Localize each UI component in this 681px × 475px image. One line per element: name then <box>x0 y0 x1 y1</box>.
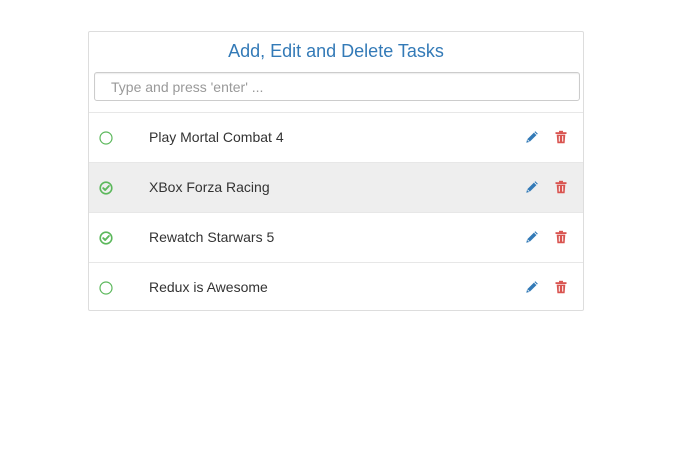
trash-icon <box>555 280 567 294</box>
task-row: Redux is Awesome <box>89 262 583 312</box>
trash-icon <box>555 230 567 244</box>
new-task-input[interactable] <box>94 72 580 101</box>
task-status-toggle[interactable] <box>99 181 113 195</box>
trash-icon <box>555 180 567 194</box>
edit-pencil-icon[interactable] <box>525 180 539 194</box>
check-circle-icon <box>99 181 113 195</box>
task-row: XBox Forza Racing <box>89 162 583 212</box>
task-label: Play Mortal Combat 4 <box>149 129 284 145</box>
task-label: Redux is Awesome <box>149 279 268 295</box>
edit-pencil-icon[interactable] <box>525 230 539 244</box>
delete-trash-icon[interactable] <box>554 280 568 294</box>
task-label: Rewatch Starwars 5 <box>149 229 275 245</box>
pencil-icon <box>526 231 538 243</box>
page-title: Add, Edit and Delete Tasks <box>228 41 444 61</box>
trash-icon <box>555 130 567 144</box>
circle-outline-icon <box>99 131 113 145</box>
task-label: XBox Forza Racing <box>149 179 270 195</box>
task-row: Rewatch Starwars 5 <box>89 212 583 262</box>
pencil-icon <box>526 181 538 193</box>
delete-trash-icon[interactable] <box>554 130 568 144</box>
task-status-toggle[interactable] <box>99 231 113 245</box>
pencil-icon <box>526 281 538 293</box>
tasks-panel: Add, Edit and Delete Tasks Play Mortal C… <box>88 31 584 311</box>
delete-trash-icon[interactable] <box>554 180 568 194</box>
delete-trash-icon[interactable] <box>554 230 568 244</box>
check-circle-icon <box>99 231 113 245</box>
edit-pencil-icon[interactable] <box>525 280 539 294</box>
pencil-icon <box>526 131 538 143</box>
task-status-toggle[interactable] <box>99 281 113 295</box>
task-status-toggle[interactable] <box>99 131 113 145</box>
circle-outline-icon <box>99 281 113 295</box>
edit-pencil-icon[interactable] <box>525 130 539 144</box>
task-list: Play Mortal Combat 4 XBox Forza Racing R… <box>89 112 583 312</box>
task-row: Play Mortal Combat 4 <box>89 112 583 162</box>
